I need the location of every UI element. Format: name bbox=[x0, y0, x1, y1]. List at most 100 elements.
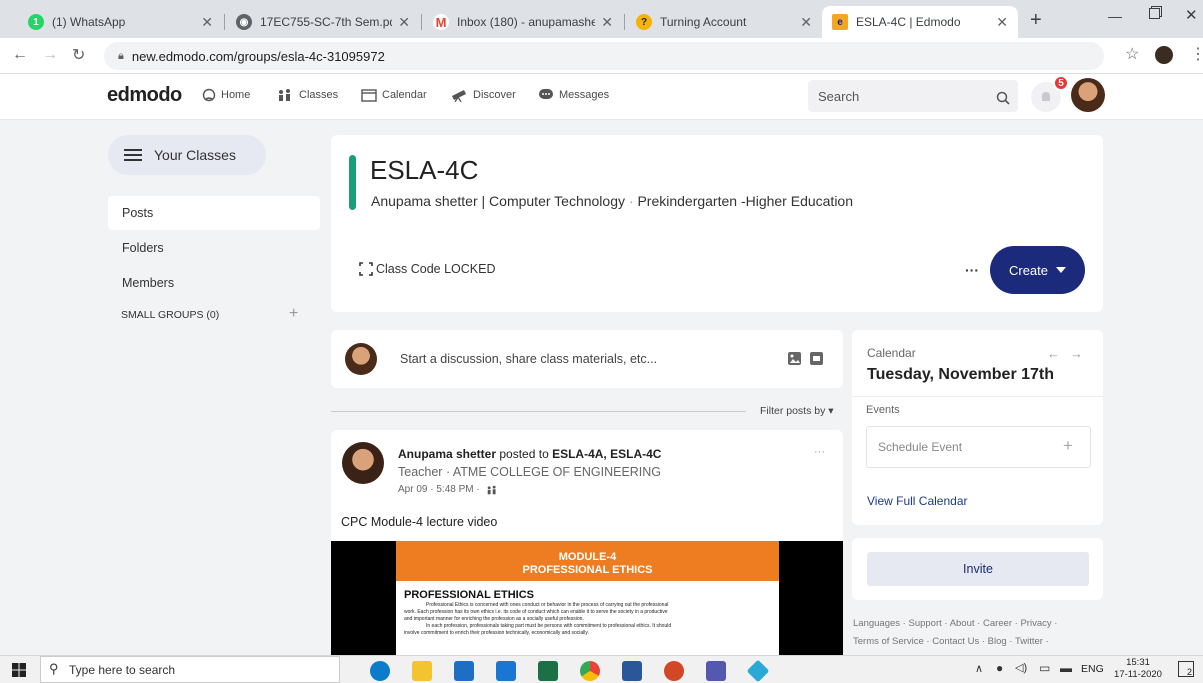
turning-icon: ? bbox=[636, 14, 652, 30]
forward-arrow-icon[interactable]: → bbox=[42, 46, 58, 64]
close-icon[interactable]: ✕ bbox=[996, 14, 1008, 31]
nav-calendar[interactable]: Calendar bbox=[361, 88, 427, 102]
back-arrow-icon[interactable]: ← bbox=[12, 46, 28, 64]
restore-icon[interactable] bbox=[1149, 8, 1160, 19]
url-omnibox[interactable]: 🔒︎ new.edmodo.com/groups/esla-4c-3109597… bbox=[104, 42, 1104, 70]
teams-icon[interactable] bbox=[706, 661, 726, 681]
window-close-icon[interactable]: ✕ bbox=[1185, 6, 1198, 24]
composer-placeholder[interactable]: Start a discussion, share class material… bbox=[400, 352, 657, 366]
bookmark-star-icon[interactable]: ☆ bbox=[1125, 44, 1139, 64]
home-icon bbox=[202, 88, 216, 102]
tray-mic-icon[interactable]: ● bbox=[996, 661, 1003, 675]
classes-icon bbox=[279, 89, 290, 101]
post-groups[interactable]: ESLA-4A, ESLA-4C bbox=[552, 447, 661, 461]
video-player[interactable]: MODULE-4 PROFESSIONAL ETHICS PROFESSIONA… bbox=[331, 541, 843, 655]
minimize-icon[interactable]: — bbox=[1108, 8, 1122, 24]
footer-link-privacy[interactable]: Privacy bbox=[1020, 618, 1051, 629]
user-avatar[interactable] bbox=[1071, 78, 1105, 112]
tab-separator bbox=[624, 14, 625, 30]
class-code[interactable]: Class Code LOCKED bbox=[359, 262, 496, 276]
taskbar-search-input[interactable]: ⚲ Type here to search bbox=[40, 656, 340, 683]
tab-pdf[interactable]: ◉ 17EC755-SC-7th Sem.pdf ✕ bbox=[226, 6, 420, 38]
search-icon[interactable] bbox=[996, 91, 1010, 105]
close-icon[interactable]: ✕ bbox=[800, 14, 812, 31]
invite-button[interactable]: Invite bbox=[867, 552, 1089, 586]
lock-icon: 🔒︎ bbox=[118, 49, 124, 62]
close-icon[interactable]: ✕ bbox=[601, 14, 613, 31]
tray-network-icon[interactable]: ▭ bbox=[1039, 661, 1050, 675]
footer-link-terms[interactable]: Terms of Service bbox=[853, 636, 924, 647]
create-button[interactable]: Create bbox=[990, 246, 1085, 294]
your-classes-button[interactable]: Your Classes bbox=[108, 135, 266, 175]
add-small-group-button[interactable]: + bbox=[289, 305, 298, 323]
tray-volume-icon[interactable]: ◁) bbox=[1015, 661, 1027, 674]
excel-icon[interactable] bbox=[538, 661, 558, 681]
nav-home[interactable]: Home bbox=[202, 88, 250, 102]
store-icon[interactable] bbox=[454, 661, 474, 681]
powerpoint-icon[interactable] bbox=[664, 661, 684, 681]
whatsapp-icon: 1 bbox=[28, 14, 44, 30]
search-input[interactable]: Search bbox=[808, 80, 1018, 112]
tray-clock[interactable]: 15:31 17-11-2020 bbox=[1113, 657, 1163, 681]
post-more-button[interactable]: ··· bbox=[814, 446, 825, 458]
folder-icon[interactable] bbox=[810, 352, 823, 365]
tab-turning[interactable]: ? Turning Account ✕ bbox=[626, 6, 822, 38]
footer-link-support[interactable]: Support bbox=[908, 618, 941, 629]
edmodo-logo[interactable]: edmodo bbox=[107, 84, 182, 107]
tab-edmodo[interactable]: e ESLA-4C | Edmodo ✕ bbox=[822, 6, 1018, 38]
windows-start-icon[interactable] bbox=[12, 663, 26, 677]
nav-discover[interactable]: Discover bbox=[450, 88, 516, 102]
nav-classes[interactable]: Classes bbox=[276, 88, 338, 102]
schedule-event-button[interactable]: Schedule Event + bbox=[866, 426, 1091, 468]
composer-avatar bbox=[345, 343, 377, 375]
tray-battery-icon[interactable]: ▬ bbox=[1060, 661, 1072, 675]
filter-posts-dropdown[interactable]: Filter posts by ▾ bbox=[760, 405, 834, 417]
chevron-down-icon bbox=[1056, 267, 1067, 273]
image-icon[interactable] bbox=[788, 352, 801, 365]
footer-links-row1: Languages · Support · About · Career · P… bbox=[853, 618, 1058, 629]
footer-link-career[interactable]: Career bbox=[983, 618, 1012, 629]
nav-messages[interactable]: Messages bbox=[538, 88, 609, 102]
footer-link-about[interactable]: About bbox=[950, 618, 975, 629]
footer-link-contact[interactable]: Contact Us bbox=[932, 636, 979, 647]
tray-language[interactable]: ENG bbox=[1081, 663, 1104, 675]
action-center-icon[interactable]: 2 bbox=[1178, 661, 1194, 677]
sidebar-item-folders[interactable]: Folders bbox=[108, 231, 320, 265]
file-explorer-icon[interactable] bbox=[412, 661, 432, 681]
tab-gmail[interactable]: M Inbox (180) - anupamashetter ✕ bbox=[423, 6, 623, 38]
kebab-menu-icon[interactable]: ⋮ bbox=[1190, 44, 1203, 64]
chrome-icon[interactable] bbox=[580, 661, 600, 681]
close-icon[interactable]: ✕ bbox=[398, 14, 410, 31]
class-subject: Computer Technology bbox=[489, 193, 625, 209]
gmail-icon: M bbox=[433, 14, 449, 30]
class-color-bar bbox=[349, 155, 356, 210]
post-body: CPC Module-4 lecture video bbox=[341, 515, 498, 529]
tab-whatsapp[interactable]: 1 (1) WhatsApp ✕ bbox=[18, 6, 223, 38]
word-icon[interactable] bbox=[622, 661, 642, 681]
new-tab-button[interactable]: + bbox=[1030, 9, 1042, 32]
view-full-calendar-link[interactable]: View Full Calendar bbox=[867, 494, 968, 508]
edge-icon[interactable] bbox=[370, 661, 390, 681]
tray-chevron-up-icon[interactable]: ∧ bbox=[975, 662, 983, 675]
profile-avatar-icon[interactable] bbox=[1155, 46, 1173, 64]
post-author[interactable]: Anupama shetter bbox=[398, 447, 496, 461]
footer-link-languages[interactable]: Languages bbox=[853, 618, 900, 629]
class-more-button[interactable]: ··· bbox=[965, 262, 979, 278]
sidebar-item-members[interactable]: Members bbox=[108, 266, 320, 300]
calendar-next-arrow-icon[interactable]: → bbox=[1070, 346, 1083, 361]
close-icon[interactable]: ✕ bbox=[201, 14, 213, 31]
sidebar-item-posts[interactable]: Posts bbox=[108, 196, 320, 230]
mail-icon[interactable] bbox=[496, 661, 516, 681]
calendar-prev-arrow-icon[interactable]: ← bbox=[1047, 346, 1060, 361]
reload-icon[interactable]: ↻ bbox=[72, 45, 85, 65]
app-cube-icon[interactable] bbox=[746, 659, 770, 683]
footer-link-blog[interactable]: Blog bbox=[988, 636, 1007, 647]
calendar-header bbox=[852, 330, 1103, 397]
footer-links-row2: Terms of Service · Contact Us · Blog · T… bbox=[853, 636, 1049, 647]
post-author-avatar[interactable] bbox=[342, 442, 384, 484]
classes-icon bbox=[487, 485, 496, 494]
caret-down-icon: ▾ bbox=[828, 405, 834, 417]
address-bar-row: ← → ↻ 🔒︎ new.edmodo.com/groups/esla-4c-3… bbox=[0, 38, 1203, 74]
footer-link-twitter[interactable]: Twitter bbox=[1015, 636, 1043, 647]
edmodo-top-nav: edmodo Home Classes Calendar Discover Me… bbox=[0, 74, 1203, 120]
